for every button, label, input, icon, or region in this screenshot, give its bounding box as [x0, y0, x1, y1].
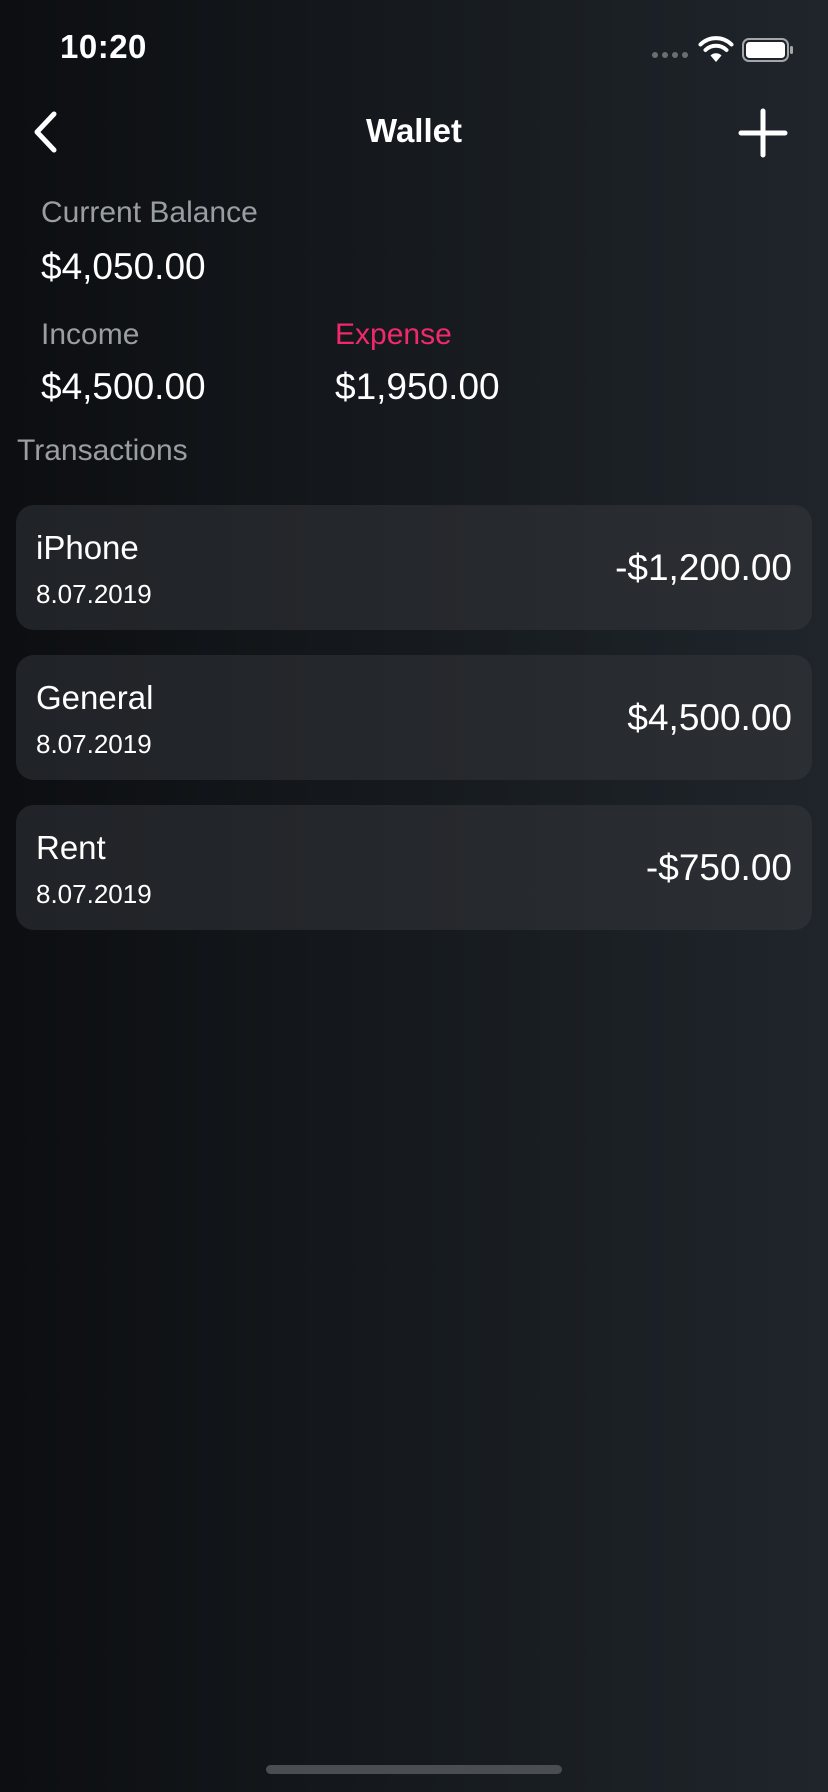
transaction-date: 8.07.2019 — [36, 579, 152, 609]
transactions-heading: Transactions — [17, 434, 188, 467]
transaction-amount: $4,500.00 — [627, 697, 792, 738]
income-label: Income — [41, 318, 140, 351]
transaction-title: iPhone — [36, 529, 139, 566]
add-transaction-button[interactable] — [734, 104, 792, 162]
income-value: $4,500.00 — [41, 366, 206, 407]
expense-label: Expense — [335, 318, 452, 351]
transaction-title: General — [36, 679, 154, 716]
transaction-amount: -$1,200.00 — [615, 547, 792, 588]
expense-value: $1,950.00 — [335, 366, 500, 407]
current-balance-label: Current Balance — [41, 196, 258, 229]
transaction-card[interactable]: Rent 8.07.2019 -$750.00 — [16, 805, 812, 930]
transaction-date: 8.07.2019 — [36, 879, 152, 909]
battery-icon — [742, 38, 793, 62]
transaction-card[interactable]: General 8.07.2019 $4,500.00 — [16, 655, 812, 780]
plus-icon — [738, 108, 788, 158]
transaction-card[interactable]: iPhone 8.07.2019 -$1,200.00 — [16, 505, 812, 630]
cellular-signal-icon — [652, 52, 688, 58]
home-indicator[interactable] — [266, 1765, 562, 1774]
wifi-icon — [698, 36, 734, 62]
current-balance-value: $4,050.00 — [41, 246, 206, 287]
navigation-bar: Wallet — [0, 100, 828, 164]
transaction-amount: -$750.00 — [645, 847, 792, 888]
transaction-list: iPhone 8.07.2019 -$1,200.00 General 8.07… — [16, 505, 812, 955]
page-title: Wallet — [366, 112, 462, 149]
transaction-date: 8.07.2019 — [36, 729, 152, 759]
status-time: 10:20 — [60, 28, 147, 65]
transaction-title: Rent — [36, 829, 106, 866]
status-bar: 10:20 — [0, 0, 828, 100]
